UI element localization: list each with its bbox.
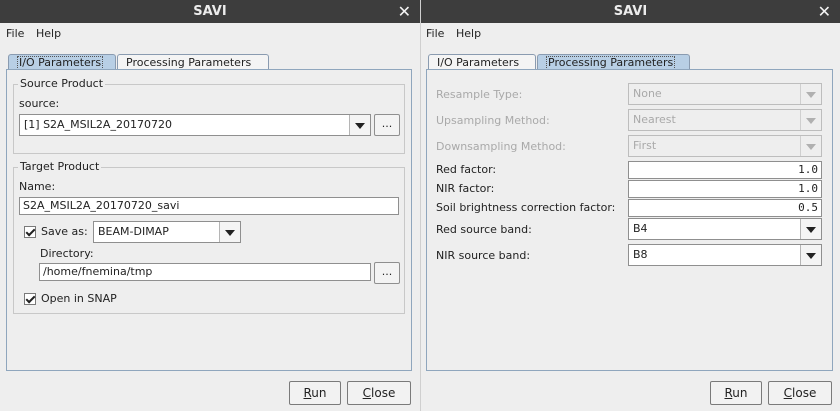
nir-source-band-select[interactable]: B8 [628,244,822,266]
close-icon[interactable]: ✕ [398,2,411,21]
red-factor-input[interactable]: 1.0 [628,161,822,179]
source-product-select[interactable]: [1] S2A_MSIL2A_20170720 [19,114,371,136]
tab-io-parameters[interactable]: I/O Parameters [8,54,116,70]
close-button[interactable]: Close [768,381,832,405]
upsampling-select[interactable]: Nearest [628,109,822,131]
close-button[interactable]: Close [347,381,411,405]
chevron-down-icon[interactable] [800,84,821,104]
menu-help[interactable]: Help [36,27,61,40]
savi-window-io: SAVI ✕ File Help I/O Parameters Processi… [0,0,420,411]
nir-factor-label: NIR factor: [436,182,495,195]
save-as-checkbox[interactable] [24,226,36,238]
red-source-band-label: Red source band: [436,223,532,236]
chevron-down-icon[interactable] [800,219,821,239]
chevron-down-icon[interactable] [800,136,821,156]
source-browse-button[interactable]: ... [374,114,400,136]
directory-browse-button[interactable]: ... [374,262,400,284]
menu-file[interactable]: File [6,27,24,40]
downsampling-label: Downsampling Method: [436,140,566,153]
source-product-title: Source Product [18,77,106,90]
menu-bar: File Help [0,23,420,43]
tab-processing-parameters[interactable]: Processing Parameters [117,54,269,70]
io-panel: Source Product source: [1] S2A_MSIL2A_20… [6,69,412,371]
save-as-label: Save as: [41,225,88,238]
window-titlebar[interactable]: SAVI ✕ [421,0,840,23]
tab-processing-parameters[interactable]: Processing Parameters [537,54,690,70]
tab-io-label: I/O Parameters [17,56,104,70]
soil-brightness-input[interactable]: 0.5 [628,199,822,217]
open-in-snap-label: Open in SNAP [41,292,117,305]
format-value: BEAM-DIMAP [98,225,169,238]
close-icon[interactable]: ✕ [818,2,831,21]
directory-label: Directory: [40,247,94,260]
window-titlebar[interactable]: SAVI ✕ [0,0,420,23]
chevron-down-icon[interactable] [219,222,240,242]
soil-brightness-label: Soil brightness correction factor: [436,201,616,214]
window-title: SAVI [193,4,227,19]
menu-bar: File Help [421,23,840,43]
run-button[interactable]: Run [710,381,762,405]
processing-panel: Resample Type: None Upsampling Method: N… [426,69,833,371]
open-in-snap-checkbox[interactable] [24,293,36,305]
savi-window-processing: SAVI ✕ File Help I/O Parameters Processi… [420,0,840,411]
save-format-select[interactable]: BEAM-DIMAP [93,221,241,243]
chevron-down-icon[interactable] [800,245,821,265]
source-label: source: [19,97,60,110]
menu-help[interactable]: Help [456,27,481,40]
run-button[interactable]: Run [289,381,341,405]
name-label: Name: [19,180,56,193]
downsampling-select[interactable]: First [628,135,822,157]
nir-source-band-label: NIR source band: [436,249,531,262]
red-factor-label: Red factor: [436,163,497,176]
nir-factor-input[interactable]: 1.0 [628,180,822,198]
target-product-title: Target Product [18,160,102,173]
chevron-down-icon[interactable] [800,110,821,130]
resample-type-select[interactable]: None [628,83,822,105]
upsampling-label: Upsampling Method: [436,114,550,127]
resample-type-label: Resample Type: [436,88,523,101]
red-source-band-select[interactable]: B4 [628,218,822,240]
window-title: SAVI [613,4,648,19]
menu-file[interactable]: File [426,27,444,40]
source-value: [1] S2A_MSIL2A_20170720 [24,118,172,131]
chevron-down-icon[interactable] [349,115,370,135]
tab-processing-label: Processing Parameters [546,56,676,70]
directory-input[interactable]: /home/fnemina/tmp [39,263,371,281]
tab-io-parameters[interactable]: I/O Parameters [428,54,536,70]
target-name-input[interactable]: S2A_MSIL2A_20170720_savi [19,197,399,215]
